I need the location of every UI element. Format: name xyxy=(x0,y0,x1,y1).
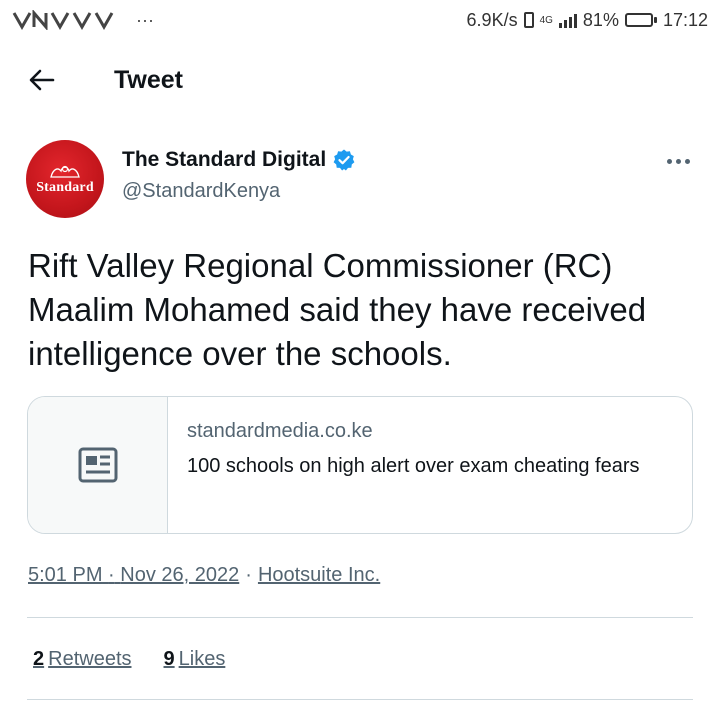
card-domain: standardmedia.co.ke xyxy=(187,420,373,442)
author-name[interactable]: The Standard Digital xyxy=(122,148,356,172)
retweets-count: 2 xyxy=(33,648,45,670)
divider xyxy=(27,617,693,618)
card-body: standardmedia.co.ke 100 schools on high … xyxy=(168,397,692,533)
author-name-text: The Standard Digital xyxy=(122,148,327,171)
retweets-link[interactable]: 2 Retweets xyxy=(33,648,132,671)
retweets-label: Retweets xyxy=(48,648,132,670)
news-article-icon xyxy=(78,447,117,483)
battery-percent: 81% xyxy=(582,9,619,30)
more-options-button[interactable] xyxy=(662,150,694,172)
back-button[interactable] xyxy=(26,64,58,96)
status-bar: ··· 6.9K/s 4G 81% 17:12 xyxy=(0,0,720,40)
arrow-left-icon xyxy=(29,69,55,91)
system-status: 6.9K/s 4G 81% 17:12 xyxy=(467,10,708,31)
more-dot-icon xyxy=(675,158,681,164)
author-handle[interactable]: @StandardKenya xyxy=(122,180,280,203)
top-app-bar: Tweet xyxy=(0,54,720,110)
page-title: Tweet xyxy=(114,66,183,94)
tweet-text: Rift Valley Regional Commissioner (RC) M… xyxy=(28,247,647,372)
verified-badge-icon xyxy=(333,149,355,171)
tweet-meta: 5:01 PM · Nov 26, 2022 · Hootsuite Inc. xyxy=(28,564,380,587)
tweet-timestamp[interactable]: 5:01 PM · Nov 26, 2022 xyxy=(28,564,239,587)
tweet-date: Nov 26, 2022 xyxy=(120,564,240,586)
engagement-stats: 2 Retweets 9 Likes xyxy=(33,648,225,671)
divider xyxy=(27,699,693,700)
tweet-time: 5:01 PM xyxy=(28,564,103,586)
notification-area: ··· xyxy=(12,10,154,31)
card-thumbnail xyxy=(28,397,168,533)
likes-count: 9 xyxy=(163,648,175,670)
vibrate-icon xyxy=(523,12,534,28)
notification-icons xyxy=(12,10,114,30)
avatar[interactable]: Standard xyxy=(26,140,104,218)
network-speed: 6.9K/s xyxy=(466,9,518,30)
likes-label: Likes xyxy=(178,648,226,670)
meta-separator: · xyxy=(108,564,115,586)
battery-icon xyxy=(624,13,657,27)
avatar-logo-text: Standard xyxy=(36,179,94,195)
meta-separator: · xyxy=(245,564,252,586)
crest-logo-icon xyxy=(50,165,80,178)
clock: 17:12 xyxy=(662,9,708,30)
more-notifications-indicator: ··· xyxy=(136,9,154,30)
more-dot-icon xyxy=(684,158,690,164)
more-dot-icon xyxy=(666,158,672,164)
signal-icon xyxy=(558,12,577,28)
network-type: 4G xyxy=(539,14,553,26)
link-preview-card[interactable]: standardmedia.co.ke 100 schools on high … xyxy=(27,396,693,534)
card-title: 100 schools on high alert over exam chea… xyxy=(187,455,640,477)
likes-link[interactable]: 9 Likes xyxy=(164,648,226,671)
tweet-source-link[interactable]: Hootsuite Inc. xyxy=(258,564,380,587)
